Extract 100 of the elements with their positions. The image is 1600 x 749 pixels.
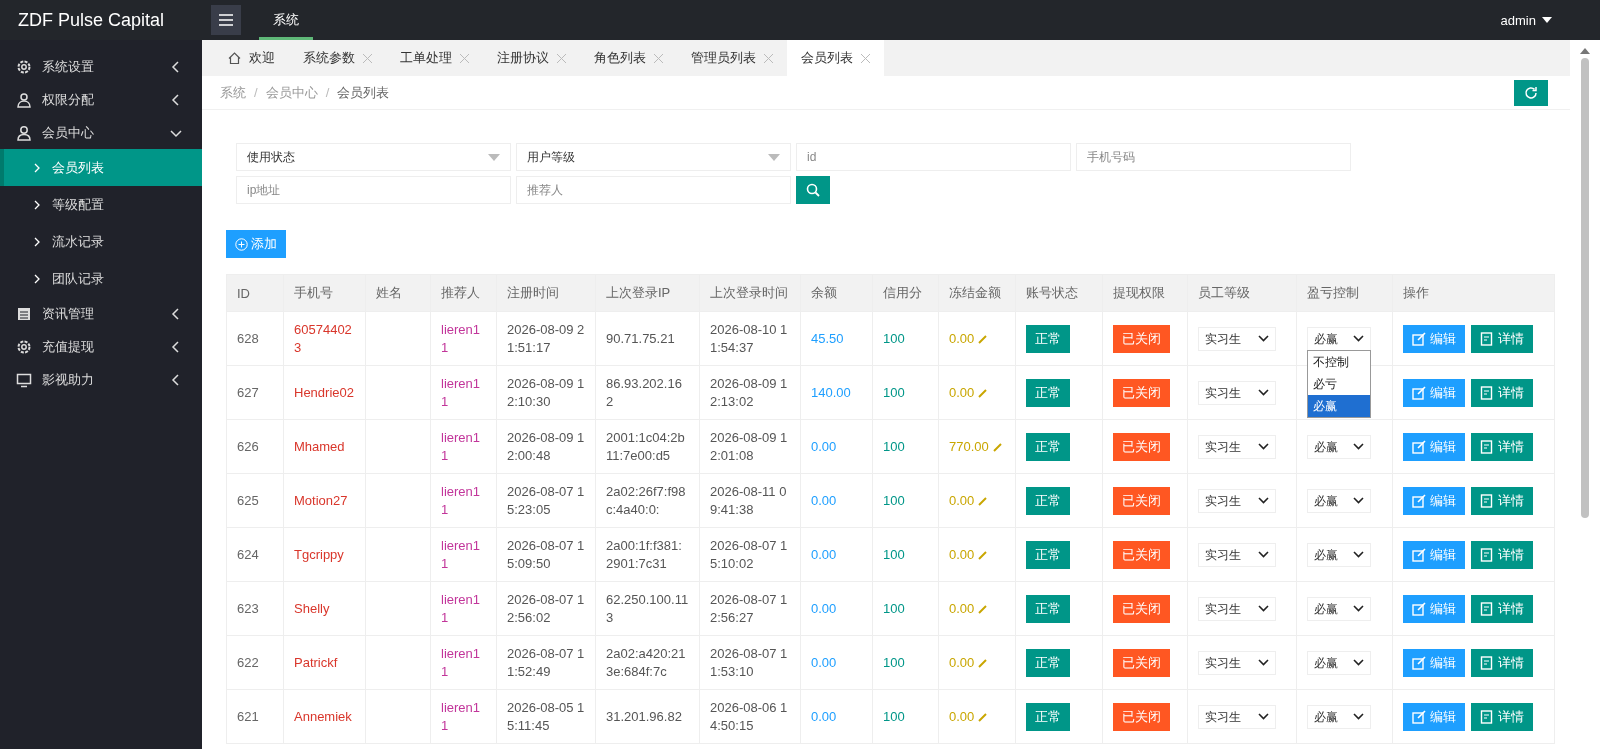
select-field[interactable]: 实习生 [1198,650,1276,675]
sidebar-item[interactable]: 资讯管理 [0,297,202,330]
table-cell: 0.00 [949,330,975,346]
select-field[interactable]: 必赢 [1307,650,1371,675]
select-field[interactable]: 实习生 [1198,488,1276,513]
table-cell: 627 [226,365,284,420]
edit-icon [1412,655,1426,670]
sidebar-item[interactable]: 会员中心 [0,116,202,149]
tab[interactable]: 工单处理 [386,40,483,76]
details-button[interactable]: 详情 [1471,432,1533,461]
status-button[interactable]: 正常 [1026,486,1070,515]
pencil-icon[interactable] [978,496,988,506]
sidebar-subitem[interactable]: 流水记录 [0,223,202,260]
select-field[interactable]: 必赢 [1307,434,1371,459]
pencil-icon[interactable] [992,442,1002,452]
table-cell: 100 [872,581,939,636]
caret-icon[interactable] [1542,17,1552,23]
select-field[interactable]: 必赢 [1307,542,1371,567]
table-cell: 100 [872,689,939,744]
close-icon[interactable] [764,53,773,63]
close-icon[interactable] [460,53,469,63]
status-button[interactable]: 正常 [1026,702,1070,731]
select-field[interactable]: 实习生 [1198,542,1276,567]
table-cell: 100 [872,473,939,528]
select-field[interactable]: 实习生 [1198,434,1276,459]
plus-circle-icon [235,237,248,251]
pencil-icon[interactable] [978,712,988,722]
tab[interactable]: 会员列表 [787,40,884,76]
refresh-button[interactable] [1514,79,1548,106]
sidebar-subitem[interactable]: 团队记录 [0,260,202,297]
select-field[interactable]: 必赢 [1307,326,1371,351]
table-cell: 0.00 [949,708,975,724]
status-button[interactable]: 正常 [1026,540,1070,569]
dropdown-option[interactable]: 必赢 [1308,395,1370,417]
dropdown-option[interactable]: 不控制 [1308,351,1370,373]
table-cell: Motion27 [283,473,366,528]
table-cell: 2026-08-09 21:51:17 [496,311,596,366]
sidebar-item[interactable]: 充值提现 [0,330,202,363]
close-icon[interactable] [363,53,372,63]
input-field[interactable]: id [796,143,1071,171]
status-button[interactable]: 正常 [1026,324,1070,353]
document-icon [1480,331,1494,346]
sidebar-subitem[interactable]: 等级配置 [0,186,202,223]
details-button[interactable]: 详情 [1471,648,1533,677]
select-field[interactable]: 用户等级 [516,143,791,171]
details-button[interactable]: 详情 [1471,486,1533,515]
chevron-down-icon [1258,335,1269,342]
chevron-down-icon [1353,443,1364,450]
input-field[interactable]: ip地址 [236,176,511,204]
details-button[interactable]: 详情 [1471,324,1533,353]
column-header: 上次登录时间 [699,274,801,312]
close-icon[interactable] [557,53,566,63]
pencil-icon[interactable] [978,658,988,668]
details-button[interactable]: 详情 [1471,540,1533,569]
status-button[interactable]: 正常 [1026,432,1070,461]
sidebar-item[interactable]: 影视助力 [0,363,202,396]
select-field[interactable]: 实习生 [1198,704,1276,729]
user-name[interactable]: admin [1500,12,1536,28]
menu-button[interactable] [211,5,241,35]
details-button[interactable]: 详情 [1471,702,1533,731]
select-field[interactable]: 必赢 [1307,596,1371,621]
scrollbar-thumb[interactable] [1581,58,1589,518]
select-field[interactable]: 使用状态 [236,143,511,171]
select-field[interactable]: 实习生 [1198,326,1276,351]
chevron-down-icon [1258,497,1269,504]
status-button[interactable]: 正常 [1026,648,1070,677]
column-header: 推荐人 [430,274,497,312]
chevron-down-icon [1353,605,1364,612]
close-icon[interactable] [861,53,870,63]
select-field[interactable]: 实习生 [1198,596,1276,621]
search-button[interactable] [796,176,830,204]
pencil-icon[interactable] [978,388,988,398]
pencil-icon[interactable] [978,604,988,614]
input-field[interactable]: 推荐人 [516,176,791,204]
scroll-up-icon[interactable] [1580,48,1590,54]
close-icon[interactable] [654,53,663,63]
details-button[interactable]: 详情 [1471,594,1533,623]
input-field[interactable]: 手机号码 [1076,143,1351,171]
column-header: ID [226,274,284,312]
edit-icon [1412,331,1426,346]
table-cell: 2026-08-05 15:11:45 [496,689,596,744]
select-field[interactable]: 必赢 [1307,488,1371,513]
edit-icon [1412,601,1426,616]
status-button[interactable]: 正常 [1026,594,1070,623]
pencil-icon[interactable] [978,334,988,344]
table-cell: 622 [226,635,284,690]
tab[interactable]: 角色列表 [580,40,677,76]
details-button[interactable]: 详情 [1471,378,1533,407]
select-field[interactable]: 必赢 [1307,704,1371,729]
tab[interactable]: 管理员列表 [677,40,787,76]
tab[interactable]: 注册协议 [483,40,580,76]
dropdown-option[interactable]: 必亏 [1308,373,1370,395]
sidebar-item[interactable]: 权限分配 [0,83,202,116]
status-button[interactable]: 正常 [1026,378,1070,407]
tab[interactable]: 欢迎 [214,40,289,76]
pencil-icon[interactable] [978,550,988,560]
sidebar-item[interactable]: 系统设置 [0,50,202,83]
select-field[interactable]: 实习生 [1198,380,1276,405]
tab[interactable]: 系统参数 [289,40,386,76]
sidebar-subitem[interactable]: 会员列表 [0,149,202,186]
